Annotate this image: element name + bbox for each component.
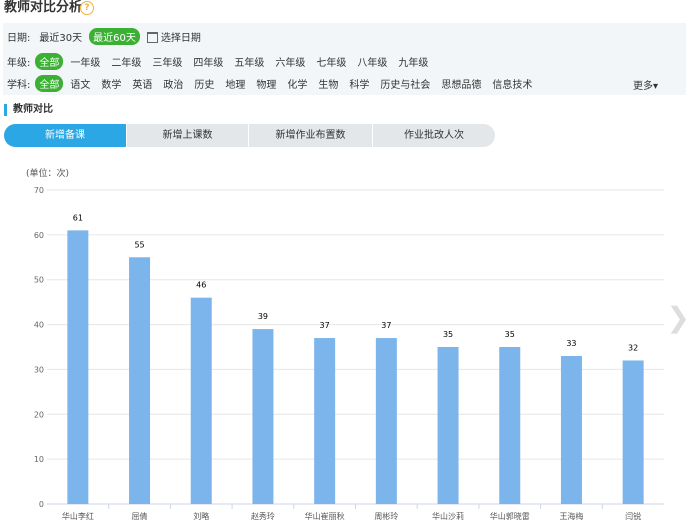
data-label: 61 <box>73 213 83 222</box>
y-tick-label: 60 <box>34 231 44 240</box>
data-label: 32 <box>628 343 638 352</box>
x-tick-label: 华山崔丽秋 <box>305 511 345 521</box>
bar <box>560 355 582 504</box>
y-tick-label: 70 <box>34 186 44 195</box>
y-tick-label: 50 <box>34 276 44 285</box>
bar <box>252 329 274 504</box>
bar <box>190 297 212 504</box>
data-label: 35 <box>443 330 453 339</box>
y-tick-label: 0 <box>39 500 44 509</box>
y-tick-label: 10 <box>34 455 44 464</box>
x-tick-label: 赵秀玲 <box>251 511 275 521</box>
x-tick-label: 周彬玲 <box>374 511 398 521</box>
bar-chart: (单位：次) 0 10 20 30 40 50 60 70 61 华山李红 55 屈倩 46 刘略 39 赵秀玲… <box>26 167 664 521</box>
y-tick-label: 20 <box>34 410 44 419</box>
chevron-right-icon[interactable]: ❯ <box>667 298 690 338</box>
bar <box>499 347 521 504</box>
data-label: 39 <box>258 312 268 321</box>
data-label: 46 <box>196 281 206 290</box>
bar <box>129 257 151 504</box>
data-label: 33 <box>566 339 576 348</box>
data-label: 37 <box>381 321 391 330</box>
y-tick-label: 40 <box>34 321 44 330</box>
bar <box>437 347 459 504</box>
data-label: 35 <box>505 330 515 339</box>
bar <box>314 338 336 504</box>
bar <box>67 230 89 504</box>
data-label: 37 <box>320 321 330 330</box>
x-tick-label: 闫锐 <box>625 511 641 521</box>
x-tick-label: 华山李红 <box>62 511 94 521</box>
x-tick-label: 刘略 <box>193 511 209 521</box>
y-tick-label: 30 <box>34 365 44 374</box>
data-label: 55 <box>134 240 144 249</box>
x-tick-label: 屈倩 <box>132 511 148 521</box>
x-tick-label: 华山沙莉 <box>432 511 464 521</box>
x-tick-label: 华山郭晓雷 <box>490 511 530 521</box>
bar <box>622 360 644 504</box>
x-tick-label: 王海梅 <box>559 511 583 521</box>
bar <box>375 338 397 504</box>
y-unit-label: (单位：次) <box>26 167 69 179</box>
